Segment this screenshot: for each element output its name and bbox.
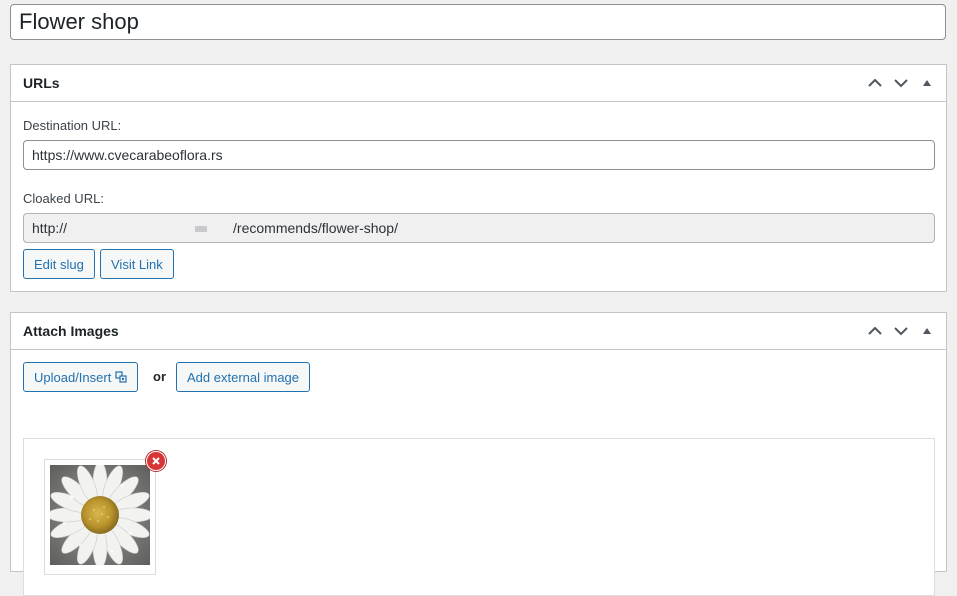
triangle-up-icon[interactable] [914,70,940,96]
edit-slug-button[interactable]: Edit slug [23,249,95,279]
chevron-up-icon[interactable] [862,70,888,96]
daisy-image [50,465,150,565]
attached-image-thumbnail[interactable] [44,459,156,575]
urls-metabox: URLs Destination URL: https://www.cvecar… [10,64,947,292]
chevron-down-icon[interactable] [888,318,914,344]
cloaked-url-label: Cloaked URL: [23,191,104,206]
destination-url-value: https://www.cvecarabeoflora.rs [32,147,223,163]
urls-metabox-title: URLs [23,75,60,91]
triangle-up-icon[interactable] [914,318,940,344]
remove-x-icon[interactable] [146,451,166,471]
attach-images-metabox: Attach Images Upload/Insert or Add exter… [10,312,947,596]
destination-url-input[interactable]: https://www.cvecarabeoflora.rs [23,140,935,170]
urls-metabox-header: URLs [11,65,946,102]
chevron-down-icon[interactable] [888,70,914,96]
or-separator: or [153,369,166,384]
media-icon [115,371,127,383]
cloaked-url-prefix: http:// [32,220,68,236]
cloaked-url-suffix: /recommends/flower-shop/ [233,220,398,236]
add-external-image-button[interactable]: Add external image [176,362,311,392]
attach-images-title: Attach Images [23,323,119,339]
attached-images-area [23,438,935,596]
redacted-domain [67,221,233,237]
attach-images-header: Attach Images [11,313,946,350]
cloaked-url-input[interactable]: http:// /recommends/flower-shop/ [23,213,935,243]
post-title-input[interactable]: Flower shop [10,4,946,40]
images-handle-actions [862,318,946,344]
destination-url-label: Destination URL: [23,118,122,133]
upload-insert-label: Upload/Insert [34,369,112,385]
chevron-up-icon[interactable] [862,318,888,344]
upload-insert-button[interactable]: Upload/Insert [23,362,139,392]
visit-link-button[interactable]: Visit Link [100,249,174,279]
post-title-text: Flower shop [19,9,139,34]
urls-handle-actions [862,70,946,96]
